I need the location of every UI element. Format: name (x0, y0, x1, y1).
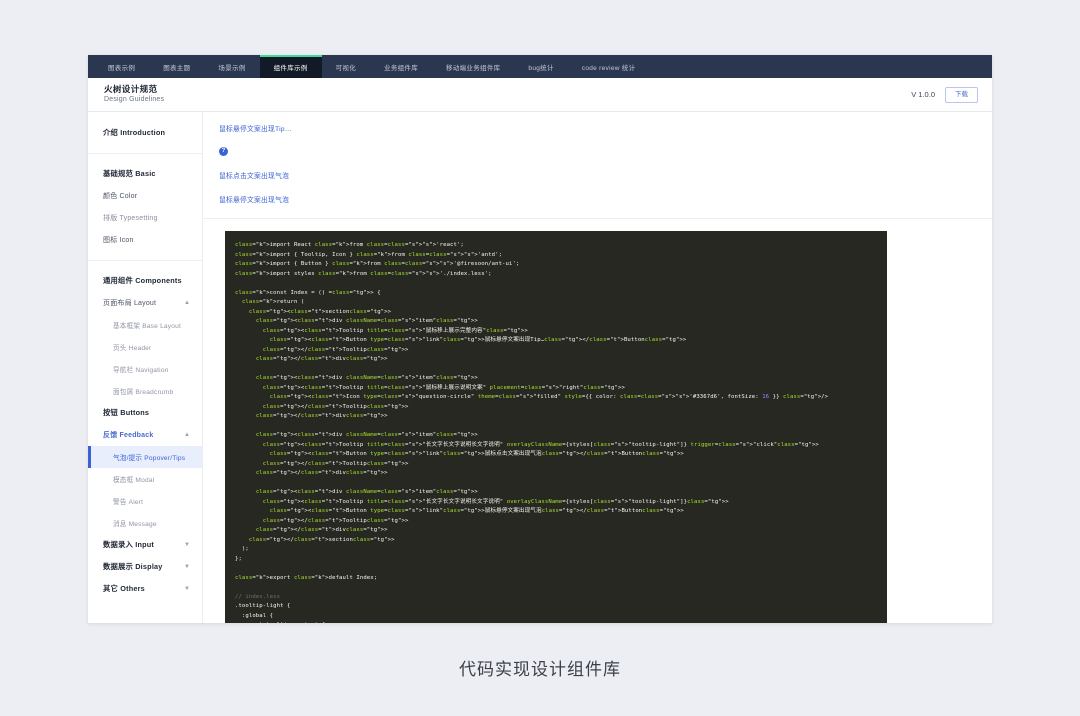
sidebar-item-label: 图标 Icon (103, 235, 134, 245)
chevron-down-icon[interactable]: ▼ (184, 564, 190, 570)
sidebar-item-label: 颜色 Color (103, 191, 137, 201)
nav-tab-label: 业务组件库 (384, 62, 418, 72)
brand-title-en: Design Guidelines (104, 95, 164, 105)
sidebar-item-1-3[interactable]: 图标 Icon (88, 229, 202, 251)
screenshot-root: 图表示例 图表主题 场景示例 组件库示例 可视化 业务组件库 移动端业务组件库 bug统计 co… (0, 0, 1080, 716)
main-content: 鼠标悬停文案出现Tip… ? 鼠标点击文案出现气泡 鼠标悬停文案出现气泡 cla… (203, 112, 992, 623)
version-label: V 1.0.0 (911, 90, 935, 99)
sidebar-item-2-7[interactable]: 反馈 Feedback ▲ (88, 424, 202, 446)
sidebar-item-label: 气泡/提示 Popover/Tips (113, 452, 185, 462)
sidebar-item-label: 按钮 Buttons (103, 408, 149, 418)
nav-tab-label: 图表主题 (163, 62, 190, 72)
sidebar-item-0-0[interactable]: 介绍 Introduction (88, 122, 202, 144)
sidebar-item-2-2[interactable]: 基本框架 Base Layout (88, 314, 202, 336)
code-listing: class="k">import React class="k">from cl… (235, 241, 887, 623)
nav-tab-5[interactable]: 业务组件库 (370, 55, 432, 78)
sidebar-item-label: 基础规范 Basic (103, 169, 156, 179)
sidebar-item-label: 数据展示 Display (103, 562, 163, 572)
sidebar-item-2-5[interactable]: 面包屑 Breadcrumb (88, 380, 202, 402)
chevron-up-icon[interactable]: ▲ (184, 432, 190, 438)
sidebar-item-label: 反馈 Feedback (103, 430, 153, 440)
demo-link-click-popover[interactable]: 鼠标点击文案出现气泡 (219, 170, 992, 180)
sidebar-navigation: 介绍 Introduction 基础规范 Basic 颜色 Color 排版 Type… (88, 112, 203, 623)
sidebar-item-2-13[interactable]: 数据展示 Display ▼ (88, 556, 202, 578)
sidebar-item-2-4[interactable]: 导航栏 Navigation (88, 358, 202, 380)
sidebar-item-label: 通用组件 Components (103, 276, 182, 286)
sidebar-item-label: 警告 Alert (113, 496, 143, 506)
sidebar-item-label: 数据录入 Input (103, 540, 154, 550)
nav-tab-label: 场景示例 (218, 62, 245, 72)
demo-link-hover-tip[interactable]: 鼠标悬停文案出现Tip… (219, 123, 992, 133)
nav-tab-0[interactable]: 图表示例 (94, 55, 149, 78)
demo-link-hover-popover[interactable]: 鼠标悬停文案出现气泡 (219, 194, 992, 204)
nav-tab-label: bug统计 (528, 62, 553, 72)
nav-tab-2[interactable]: 场景示例 (204, 55, 259, 78)
sidebar-item-2-12[interactable]: 数据录入 Input ▼ (88, 534, 202, 556)
sidebar-item-label: 导航栏 Navigation (113, 364, 169, 374)
header-actions: V 1.0.0 下载 (911, 87, 978, 103)
sidebar-item-label: 面包屑 Breadcrumb (113, 386, 173, 396)
figure-caption: 代码实现设计组件库 (0, 655, 1080, 680)
brand-title-cn: 火树设计规范 (104, 84, 164, 95)
sidebar-item-2-14[interactable]: 其它 Others ▼ (88, 578, 202, 600)
sidebar-divider (88, 153, 202, 154)
chevron-down-icon[interactable]: ▼ (184, 586, 190, 592)
brand-block: 火树设计规范 Design Guidelines (104, 84, 164, 105)
sidebar-item-label: 介绍 Introduction (103, 128, 165, 138)
sidebar-item-2-8[interactable]: 气泡/提示 Popover/Tips (88, 446, 202, 468)
nav-tab-8[interactable]: code review 统计 (568, 55, 650, 78)
sidebar-item-2-1[interactable]: 页面布局 Layout ▲ (88, 292, 202, 314)
chevron-up-icon[interactable]: ▲ (184, 300, 190, 306)
sidebar-item-2-3[interactable]: 页头 Header (88, 336, 202, 358)
nav-tab-6[interactable]: 移动端业务组件库 (432, 55, 514, 78)
top-navigation-bar: 图表示例 图表主题 场景示例 组件库示例 可视化 业务组件库 移动端业务组件库 bug统计 co… (88, 55, 992, 78)
question-circle-icon[interactable]: ? (219, 147, 228, 156)
content-divider (203, 218, 992, 219)
nav-tab-label: 组件库示例 (274, 62, 308, 72)
nav-tab-label: 移动端业务组件库 (446, 62, 500, 72)
sidebar-item-1-0[interactable]: 基础规范 Basic (88, 163, 202, 185)
code-block-panel: class="k">import React class="k">from cl… (225, 231, 887, 623)
nav-tab-4[interactable]: 可视化 (322, 55, 370, 78)
sidebar-item-2-9[interactable]: 模态框 Modal (88, 468, 202, 490)
nav-tab-label: code review 统计 (582, 62, 636, 72)
nav-tab-7[interactable]: bug统计 (514, 55, 567, 78)
sidebar-item-label: 其它 Others (103, 584, 145, 594)
sidebar-item-2-0[interactable]: 通用组件 Components (88, 270, 202, 292)
chevron-down-icon[interactable]: ▼ (184, 542, 190, 548)
app-header: 火树设计规范 Design Guidelines V 1.0.0 下载 (88, 78, 992, 112)
sidebar-item-2-10[interactable]: 警告 Alert (88, 490, 202, 512)
app-body: 介绍 Introduction 基础规范 Basic 颜色 Color 排版 Type… (88, 112, 992, 623)
download-button[interactable]: 下载 (945, 87, 978, 103)
sidebar-item-label: 页面布局 Layout (103, 298, 156, 308)
sidebar-item-1-1[interactable]: 颜色 Color (88, 185, 202, 207)
sidebar-item-label: 基本框架 Base Layout (113, 320, 181, 330)
sidebar-item-2-11[interactable]: 消息 Message (88, 512, 202, 534)
sidebar-item-label: 模态框 Modal (113, 474, 154, 484)
nav-tab-1[interactable]: 图表主题 (149, 55, 204, 78)
sidebar-item-label: 消息 Message (113, 518, 157, 528)
sidebar-divider (88, 260, 202, 261)
sidebar-item-2-6[interactable]: 按钮 Buttons (88, 402, 202, 424)
sidebar-item-label: 排版 Typesetting (103, 213, 158, 223)
sidebar-item-1-2[interactable]: 排版 Typesetting (88, 207, 202, 229)
sidebar-item-label: 页头 Header (113, 342, 151, 352)
nav-tab-label: 图表示例 (108, 62, 135, 72)
nav-tab-3[interactable]: 组件库示例 (260, 55, 322, 78)
app-window: 图表示例 图表主题 场景示例 组件库示例 可视化 业务组件库 移动端业务组件库 bug统计 co… (88, 55, 992, 623)
nav-tab-label: 可视化 (336, 62, 356, 72)
